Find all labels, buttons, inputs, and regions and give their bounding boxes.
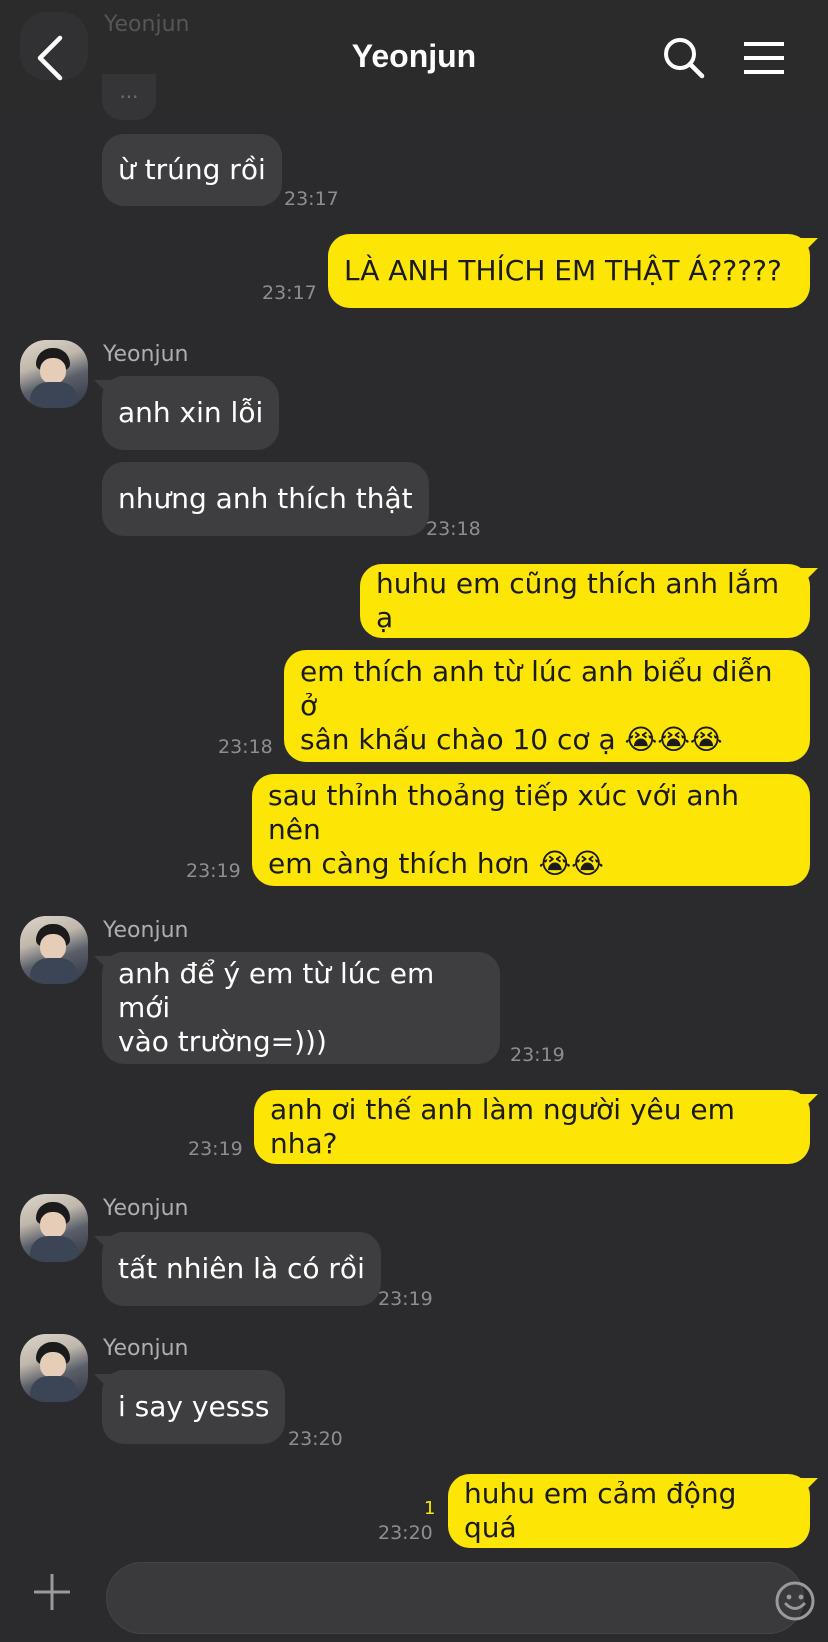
message-timestamp: 23:20 — [288, 1428, 343, 1450]
message-bubble-outgoing[interactable]: huhu em cảm động quá — [448, 1474, 810, 1548]
unread-count: 1 — [424, 1498, 436, 1519]
message-bubble-incoming[interactable]: i say yesss — [102, 1370, 286, 1444]
message-timestamp: 23:19 — [378, 1288, 433, 1310]
message-bubble-outgoing[interactable]: sau thỉnh thoảng tiếp xúc với anh nên em… — [252, 774, 810, 886]
composer-bar — [0, 1552, 828, 1642]
plus-icon — [34, 1574, 70, 1610]
message-bubble-incoming[interactable]: anh để ý em từ lúc em mới vào trường=))) — [102, 952, 500, 1064]
message-bubble-incoming[interactable]: nhưng anh thích thật — [102, 462, 429, 536]
avatar[interactable] — [20, 916, 88, 984]
message-bubble-incoming: ... — [102, 74, 156, 120]
attach-button[interactable] — [30, 1570, 74, 1614]
chat-screen: ừ trúng rồi 23:17 LÀ ANH THÍCH EM THẬT Á… — [0, 0, 828, 1642]
avatar[interactable] — [20, 1334, 88, 1402]
avatar[interactable] — [20, 340, 88, 408]
sender-name: Yeonjun — [103, 342, 189, 367]
search-icon — [664, 38, 705, 79]
sender-name: Yeonjun — [103, 1196, 189, 1221]
search-button[interactable] — [662, 36, 706, 80]
hamburger-menu-icon — [744, 42, 784, 74]
avatar[interactable] — [20, 1194, 88, 1262]
sender-name: Yeonjun — [103, 1336, 189, 1361]
message-bubble-incoming[interactable]: anh xin lỗi — [102, 376, 280, 450]
message-timestamp: 23:18 — [426, 518, 481, 540]
message-timestamp: 23:19 — [186, 860, 241, 882]
message-timestamp: 23:17 — [284, 188, 339, 210]
message-bubble-outgoing[interactable]: em thích anh từ lúc anh biểu diễn ở sân … — [284, 650, 810, 762]
menu-button[interactable] — [742, 38, 786, 78]
sender-name: Yeonjun — [103, 918, 189, 943]
chat-header: Yeonjun ... Yeonjun — [0, 0, 828, 120]
message-bubble-outgoing[interactable]: huhu em cũng thích anh lắm ạ — [360, 564, 810, 638]
message-timestamp: 23:19 — [510, 1044, 565, 1066]
message-bubble-incoming[interactable]: ừ trúng rồi — [102, 134, 282, 206]
message-input[interactable] — [106, 1562, 815, 1634]
message-bubble-outgoing[interactable]: anh ơi thế anh làm người yêu em nha? — [254, 1090, 810, 1164]
message-timestamp: 23:20 — [378, 1522, 433, 1544]
message-timestamp: 23:19 — [188, 1138, 243, 1160]
sender-name: Yeonjun — [104, 12, 190, 37]
emoji-button[interactable] — [773, 1579, 817, 1623]
message-timestamp: 23:18 — [218, 736, 273, 758]
smiley-icon — [775, 1581, 815, 1621]
message-bubble-outgoing[interactable]: LÀ ANH THÍCH EM THẬT Á????? — [328, 234, 810, 308]
message-timestamp: 23:17 — [262, 282, 317, 304]
message-bubble-incoming[interactable]: tất nhiên là có rồi — [102, 1232, 381, 1306]
